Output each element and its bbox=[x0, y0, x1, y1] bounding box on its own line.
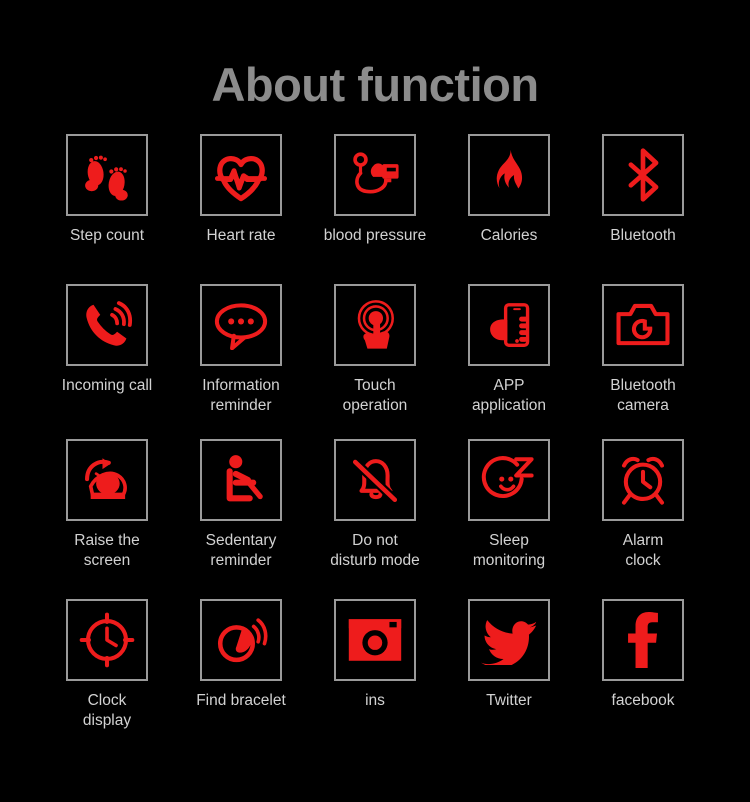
feature-item-touch-operation[interactable]: Touch operation bbox=[308, 284, 442, 439]
bell-muted-icon bbox=[334, 439, 416, 521]
feature-item-raise-the-screen[interactable]: Raise the screen bbox=[40, 439, 174, 599]
feature-label: Bluetooth bbox=[610, 227, 676, 244]
feature-label: Heart rate bbox=[206, 227, 276, 244]
feature-item-clock-display[interactable]: Clock display bbox=[40, 599, 174, 766]
feature-label: Raise the screen bbox=[74, 532, 140, 569]
feature-label: Sleep monitoring bbox=[472, 532, 546, 569]
feature-label: Bluetooth camera bbox=[610, 377, 676, 414]
feature-label: blood pressure bbox=[323, 227, 427, 244]
feature-item-sedentary-reminder[interactable]: Sedentary reminder bbox=[174, 439, 308, 599]
about-function-page: About function Step count Heart rate blo… bbox=[0, 0, 750, 802]
feature-item-sleep-monitoring[interactable]: Sleep monitoring bbox=[442, 439, 576, 599]
feature-item-step-count[interactable]: Step count bbox=[40, 134, 174, 284]
message-bubble-icon bbox=[200, 284, 282, 366]
feature-item-find-bracelet[interactable]: Find bracelet bbox=[174, 599, 308, 766]
feature-label: facebook bbox=[611, 692, 675, 709]
feature-item-twitter[interactable]: Twitter bbox=[442, 599, 576, 766]
feature-label: Information reminder bbox=[202, 377, 280, 414]
footprints-icon bbox=[66, 134, 148, 216]
feature-label: APP application bbox=[471, 377, 547, 414]
blood-pressure-icon bbox=[334, 134, 416, 216]
feature-item-alarm-clock[interactable]: Alarm clock bbox=[576, 439, 710, 599]
feature-item-app-application[interactable]: APP application bbox=[442, 284, 576, 439]
feature-item-facebook[interactable]: facebook bbox=[576, 599, 710, 766]
incoming-call-icon bbox=[66, 284, 148, 366]
raise-wrist-icon bbox=[66, 439, 148, 521]
sleep-face-icon bbox=[468, 439, 550, 521]
feature-label: Alarm clock bbox=[622, 532, 664, 569]
page-title: About function bbox=[211, 58, 539, 111]
instagram-icon bbox=[334, 599, 416, 681]
bluetooth-icon bbox=[602, 134, 684, 216]
touch-hand-icon bbox=[334, 284, 416, 366]
feature-label: Clock display bbox=[82, 692, 132, 729]
feature-item-ins[interactable]: ins bbox=[308, 599, 442, 766]
feature-label: ins bbox=[365, 692, 385, 709]
feature-label: Twitter bbox=[486, 692, 532, 709]
feature-item-information-reminder[interactable]: Information reminder bbox=[174, 284, 308, 439]
feature-item-bluetooth-camera[interactable]: Bluetooth camera bbox=[576, 284, 710, 439]
feature-label: Calories bbox=[480, 227, 538, 244]
feature-label: Incoming call bbox=[61, 377, 153, 394]
heart-pulse-icon bbox=[200, 134, 282, 216]
alarm-clock-icon bbox=[602, 439, 684, 521]
feature-item-do-not-disturb[interactable]: Do not disturb mode bbox=[308, 439, 442, 599]
watch-clock-icon bbox=[66, 599, 148, 681]
feature-item-calories[interactable]: Calories bbox=[442, 134, 576, 284]
sitting-person-icon bbox=[200, 439, 282, 521]
camera-icon bbox=[602, 284, 684, 366]
feature-item-incoming-call[interactable]: Incoming call bbox=[40, 284, 174, 439]
flame-icon bbox=[468, 134, 550, 216]
feature-item-bluetooth[interactable]: Bluetooth bbox=[576, 134, 710, 284]
feature-item-blood-pressure[interactable]: blood pressure bbox=[308, 134, 442, 284]
feature-label: Touch operation bbox=[342, 377, 408, 414]
find-bracelet-icon bbox=[200, 599, 282, 681]
feature-item-heart-rate[interactable]: Heart rate bbox=[174, 134, 308, 284]
facebook-icon bbox=[602, 599, 684, 681]
feature-label: Do not disturb mode bbox=[330, 532, 420, 569]
feature-label: Find bracelet bbox=[196, 692, 286, 709]
feature-grid: Step count Heart rate blood pressure Cal… bbox=[0, 134, 750, 766]
twitter-bird-icon bbox=[468, 599, 550, 681]
feature-label: Step count bbox=[69, 227, 145, 244]
phone-app-hand-icon bbox=[468, 284, 550, 366]
feature-label: Sedentary reminder bbox=[205, 532, 277, 569]
